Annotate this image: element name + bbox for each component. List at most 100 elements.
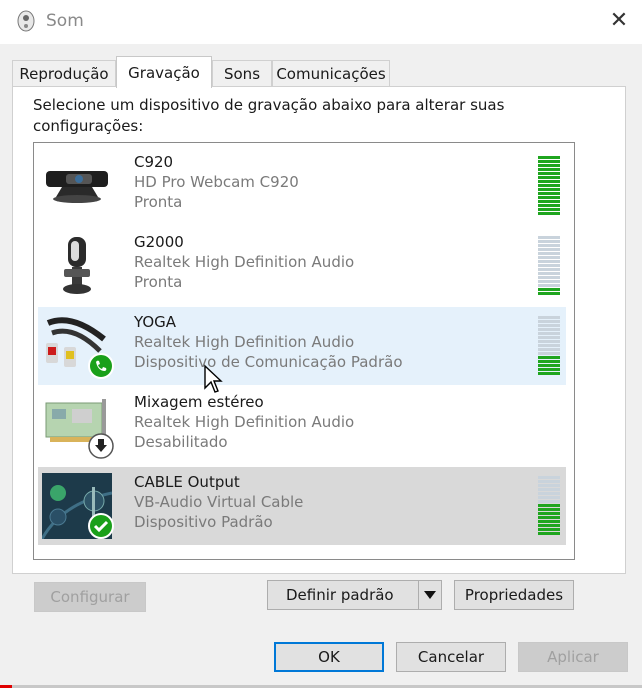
ok-button[interactable]: OK [274, 642, 384, 672]
meter-segment [538, 276, 560, 279]
tab-gravacao[interactable]: Gravação [116, 56, 212, 88]
close-icon: ✕ [609, 7, 629, 33]
cancel-button[interactable]: Cancelar [396, 642, 506, 672]
tab-sons[interactable]: Sons [212, 60, 272, 86]
meter-segment [538, 524, 560, 527]
device-name: G2000 [134, 233, 184, 251]
meter-segment [538, 492, 560, 495]
meter-segment [538, 268, 560, 271]
meter-segment [538, 476, 560, 479]
meter-segment [538, 288, 560, 291]
meter-segment [538, 236, 560, 239]
meter-segment [538, 160, 560, 163]
meter-segment [538, 320, 560, 323]
device-status: Pronta [134, 193, 183, 211]
meter-segment [538, 164, 560, 167]
meter-segment [538, 520, 560, 523]
level-meter [538, 236, 560, 295]
meter-segment [538, 292, 560, 295]
level-meter [538, 476, 560, 535]
tab-label: Reprodução [19, 64, 109, 83]
meter-segment [538, 480, 560, 483]
meter-segment [538, 212, 560, 215]
meter-segment [538, 208, 560, 211]
device-description: Realtek High Definition Audio [134, 413, 355, 431]
tab-comunicacoes[interactable]: Comunicações [272, 60, 390, 86]
microphone-icon [63, 237, 91, 294]
device-name: YOGA [134, 313, 177, 331]
meter-segment [538, 156, 560, 159]
meter-segment [538, 516, 560, 519]
meter-segment [538, 328, 560, 331]
device-list[interactable]: C920 HD Pro Webcam C920 Pronta G2000 Rea… [33, 142, 575, 560]
tab-label: Sons [223, 64, 261, 83]
meter-segment [538, 196, 560, 199]
instructions-text: Selecione um dispositivo de gravação aba… [33, 96, 505, 135]
title-bar: Som ✕ [0, 0, 642, 44]
meter-segment [538, 192, 560, 195]
meter-segment [538, 368, 560, 371]
meter-segment [538, 352, 560, 355]
meter-segment [538, 264, 560, 267]
meter-segment [538, 364, 560, 367]
set-default-button[interactable]: Definir padrão [267, 580, 442, 610]
tab-reproducao[interactable]: Reprodução [12, 60, 116, 86]
button-label: Configurar [50, 588, 130, 606]
meter-segment [538, 500, 560, 503]
device-item-c920[interactable]: C920 HD Pro Webcam C920 Pronta [38, 147, 566, 225]
window-title: Som [46, 11, 84, 31]
device-status: Pronta [134, 273, 183, 291]
meter-segment [538, 508, 560, 511]
button-label: OK [318, 648, 340, 666]
chevron-down-icon [424, 591, 436, 599]
meter-segment [538, 200, 560, 203]
button-label: Propriedades [464, 586, 564, 604]
device-item-yoga[interactable]: YOGA Realtek High Definition Audio Dispo… [38, 307, 566, 385]
tab-label: Comunicações [276, 64, 386, 83]
meter-segment [538, 172, 560, 175]
device-item-cable-output[interactable]: CABLE Output VB-Audio Virtual Cable Disp… [38, 467, 566, 545]
set-default-dropdown[interactable] [418, 581, 441, 609]
device-item-mixagem-estereo[interactable]: Mixagem estéreo Realtek High Definition … [38, 387, 566, 465]
device-name: Mixagem estéreo [134, 393, 264, 411]
level-meter [538, 316, 560, 375]
meter-segment [538, 336, 560, 339]
close-button[interactable]: ✕ [596, 0, 642, 40]
meter-segment [538, 340, 560, 343]
properties-button[interactable]: Propriedades [454, 580, 574, 610]
device-name: C920 [134, 153, 174, 171]
meter-segment [538, 188, 560, 191]
meter-segment [538, 184, 560, 187]
device-description: VB-Audio Virtual Cable [134, 493, 304, 511]
meter-segment [538, 248, 560, 251]
meter-segment [538, 244, 560, 247]
speaker-icon [17, 10, 35, 32]
device-description: HD Pro Webcam C920 [134, 173, 299, 191]
meter-segment [538, 280, 560, 283]
meter-segment [538, 484, 560, 487]
meter-segment [538, 260, 560, 263]
meter-segment [538, 344, 560, 347]
meter-segment [538, 512, 560, 515]
disabled-down-arrow-badge-icon [88, 433, 114, 459]
device-description: Realtek High Definition Audio [134, 333, 355, 351]
meter-segment [538, 168, 560, 171]
meter-segment [538, 204, 560, 207]
default-check-badge-icon [88, 513, 114, 539]
meter-segment [538, 372, 560, 375]
meter-segment [538, 256, 560, 259]
meter-segment [538, 360, 560, 363]
device-item-g2000[interactable]: G2000 Realtek High Definition Audio Pron… [38, 227, 566, 305]
phone-badge-icon [88, 353, 114, 379]
tab-label: Gravação [128, 63, 200, 82]
meter-segment [538, 496, 560, 499]
meter-segment [538, 356, 560, 359]
apply-button[interactable]: Aplicar [518, 642, 628, 672]
meter-segment [538, 528, 560, 531]
button-label: Aplicar [547, 648, 599, 666]
meter-segment [538, 488, 560, 491]
configure-button[interactable]: Configurar [34, 582, 146, 612]
meter-segment [538, 180, 560, 183]
level-meter [538, 156, 560, 215]
meter-segment [538, 532, 560, 535]
